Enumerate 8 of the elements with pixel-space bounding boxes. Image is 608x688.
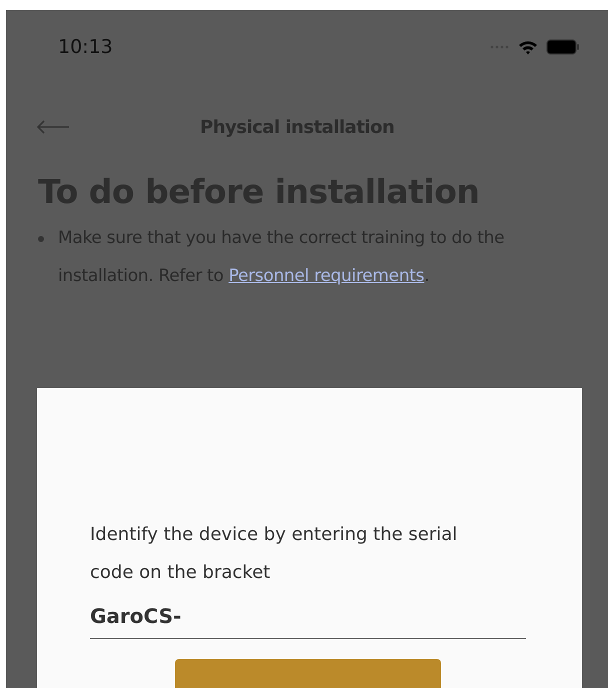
dialog-prompt: Identify the device by entering the serial code on the bracket — [90, 523, 458, 585]
personnel-link[interactable]: Personnel requirements — [228, 266, 424, 286]
wifi-icon — [518, 40, 538, 54]
bullet-dot — [38, 236, 44, 242]
serial-code-field[interactable]: GaroCS- — [90, 598, 526, 639]
back-arrow-icon[interactable] — [36, 120, 70, 134]
battery-icon — [546, 39, 580, 55]
status-time: 10:13 — [58, 36, 113, 58]
